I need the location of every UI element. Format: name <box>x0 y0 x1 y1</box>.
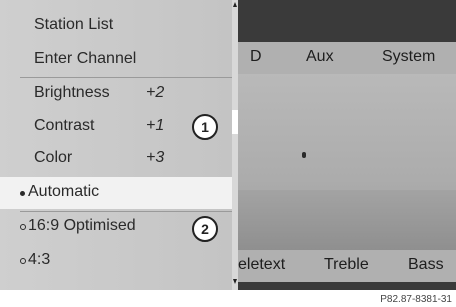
unselected-ring-icon <box>20 224 26 230</box>
menu-item-label: Color <box>34 149 73 166</box>
settings-menu: Station List Enter Channel Brightness +2… <box>0 0 232 290</box>
top-menu-item-aux[interactable]: Aux <box>306 48 334 66</box>
bird-image <box>302 152 306 158</box>
menu-item-label: Enter Channel <box>34 50 137 67</box>
callout-1: 1 <box>192 114 218 140</box>
menu-item-brightness[interactable]: Brightness +2 <box>0 78 232 110</box>
format-option-label: 4:3 <box>28 251 51 268</box>
bottom-menu-bar: eletext Treble Bass <box>232 250 456 282</box>
top-menu-item-system[interactable]: System <box>382 48 435 66</box>
scroll-down-icon <box>233 279 237 284</box>
format-option-4-3[interactable]: 4:3 <box>0 245 232 277</box>
selected-dot-icon <box>20 191 25 196</box>
tv-screen: D Aux System eletext Treble Bass Station… <box>0 0 456 290</box>
sea-image <box>232 190 456 250</box>
menu-item-label: Contrast <box>34 117 95 134</box>
format-option-automatic[interactable]: Automatic <box>0 177 232 209</box>
menu-item-enter-channel[interactable]: Enter Channel <box>0 44 232 76</box>
bottom-menu-item-bass[interactable]: Bass <box>408 256 444 274</box>
top-menu-item-d[interactable]: D <box>250 48 262 66</box>
scroll-thumb[interactable] <box>232 110 238 134</box>
unselected-ring-icon <box>20 258 26 264</box>
scroll-up-icon <box>233 2 237 7</box>
video-picture <box>232 74 456 250</box>
format-option-label: 16:9 Optimised <box>28 217 136 234</box>
menu-item-station-list[interactable]: Station List <box>0 10 232 42</box>
bottom-menu-item-teletext[interactable]: eletext <box>238 256 285 274</box>
format-option-label: Automatic <box>28 183 100 200</box>
contrast-value: +1 <box>146 117 165 134</box>
figure-reference: P82.87-8381-31 <box>380 294 452 305</box>
menu-item-label: Brightness <box>34 84 110 101</box>
menu-item-label: Station List <box>34 16 114 33</box>
brightness-value: +2 <box>146 84 165 101</box>
bottom-menu-item-treble[interactable]: Treble <box>324 256 369 274</box>
callout-2: 2 <box>192 216 218 242</box>
menu-item-color[interactable]: Color +3 <box>0 143 232 175</box>
menu-scrollbar[interactable] <box>232 0 238 290</box>
top-menu-bar: D Aux System <box>232 42 456 74</box>
color-value: +3 <box>146 149 165 166</box>
